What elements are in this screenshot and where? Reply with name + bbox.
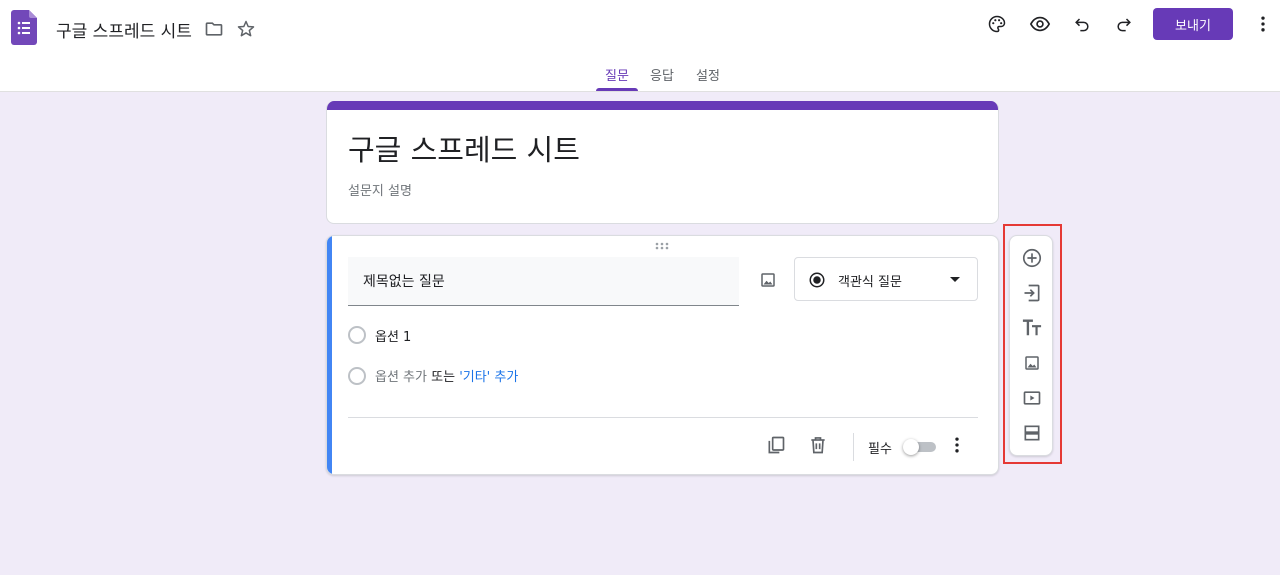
form-description[interactable]: 설문지 설명 [348, 180, 412, 199]
add-option-row: 옵션 추가 또는 '기타' 추가 [375, 366, 518, 385]
more-vert-icon[interactable] [1249, 10, 1277, 38]
top-bar: 구글 스프레드 시트 보내기 질문 응답 설정 [0, 0, 1280, 92]
palette-icon[interactable] [983, 10, 1011, 38]
tab-settings[interactable]: 설정 [696, 65, 720, 84]
or-label: 또는 [431, 370, 456, 385]
active-card-indicator [327, 236, 332, 474]
active-tab-indicator [596, 88, 638, 91]
radio-checked-icon [809, 272, 825, 288]
option-1-label[interactable]: 옵션 1 [375, 326, 411, 345]
drag-handle-icon[interactable] [655, 242, 671, 250]
question-title-field[interactable]: 제목없는 질문 [348, 257, 739, 306]
add-title-icon[interactable] [1018, 314, 1046, 342]
image-icon[interactable] [754, 266, 782, 294]
preview-eye-icon[interactable] [1026, 10, 1054, 38]
tab-responses[interactable]: 응답 [650, 65, 674, 84]
duplicate-icon[interactable] [762, 431, 790, 459]
footer-vertical-divider [853, 433, 854, 461]
undo-icon[interactable] [1068, 10, 1096, 38]
add-option-radio-icon [348, 367, 366, 385]
question-title: 제목없는 질문 [363, 274, 445, 290]
form-title[interactable]: 구글 스프레드 시트 [348, 127, 580, 169]
toggle-thumb [903, 439, 919, 455]
forms-logo-icon[interactable] [11, 10, 37, 45]
add-image-icon[interactable] [1018, 349, 1046, 377]
question-type-label: 객관식 질문 [838, 275, 902, 290]
required-label: 필수 [868, 442, 892, 457]
question-more-icon[interactable] [943, 431, 971, 459]
add-section-icon[interactable] [1018, 419, 1046, 447]
form-title-card[interactable]: 구글 스프레드 시트 설문지 설명 [326, 101, 999, 224]
star-icon[interactable] [232, 15, 260, 43]
option-radio-icon [348, 326, 366, 344]
question-type-select[interactable]: 객관식 질문 [794, 257, 978, 301]
add-video-icon[interactable] [1018, 384, 1046, 412]
question-card[interactable]: 제목없는 질문 객관식 질문 옵션 1 옵션 추가 또는 '기타' 추가 필수 [326, 235, 999, 475]
delete-icon[interactable] [804, 431, 832, 459]
redo-icon[interactable] [1110, 10, 1138, 38]
required-toggle[interactable] [903, 439, 937, 455]
floating-toolbar [1009, 235, 1053, 456]
tab-questions[interactable]: 질문 [605, 65, 629, 84]
add-other-link[interactable]: '기타' 추가 [459, 370, 518, 385]
document-title[interactable]: 구글 스프레드 시트 [56, 17, 192, 42]
folder-icon[interactable] [200, 15, 228, 43]
send-button[interactable]: 보내기 [1153, 8, 1233, 40]
title-card-accent [327, 101, 998, 110]
card-footer-divider [348, 417, 978, 418]
add-question-icon[interactable] [1018, 244, 1046, 272]
dropdown-arrow-icon [950, 277, 960, 282]
add-option-link[interactable]: 옵션 추가 [375, 370, 427, 385]
import-questions-icon[interactable] [1018, 279, 1046, 307]
